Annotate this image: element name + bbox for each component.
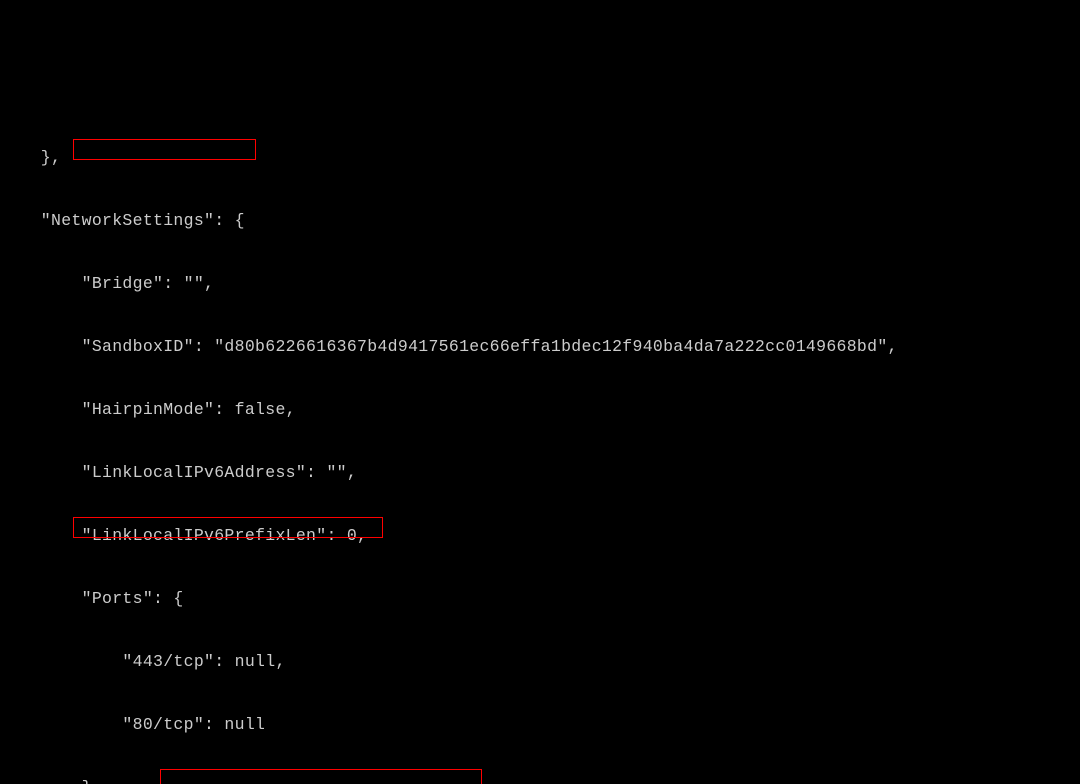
code-line: "443/tcp": null, [0, 651, 1080, 672]
code-line-bridge: "Bridge": "", [0, 273, 1080, 294]
code-line: "SandboxID": "d80b6226616367b4d9417561ec… [0, 336, 1080, 357]
code-line: "LinkLocalIPv6PrefixLen": 0, [0, 525, 1080, 546]
code-line: "80/tcp": null [0, 714, 1080, 735]
code-line: "HairpinMode": false, [0, 399, 1080, 420]
code-line: "NetworkSettings": { [0, 210, 1080, 231]
code-line: "LinkLocalIPv6Address": "", [0, 462, 1080, 483]
code-line: "Ports": { [0, 588, 1080, 609]
code-line: }, [0, 777, 1080, 784]
code-line: }, [0, 147, 1080, 168]
json-output: }, "NetworkSettings": { "Bridge": "", "S… [0, 105, 1080, 784]
